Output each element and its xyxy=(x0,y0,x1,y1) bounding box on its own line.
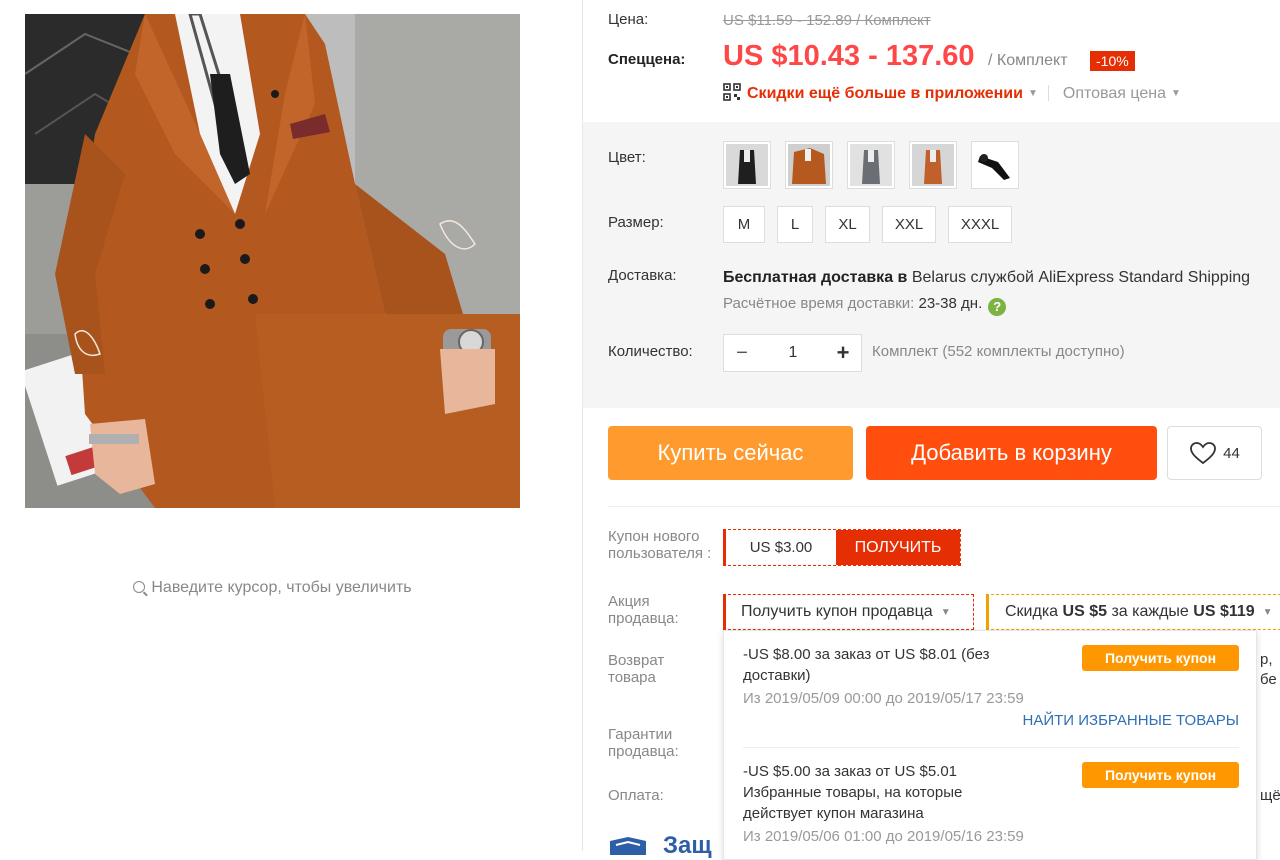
chevron-down-icon: ▼ xyxy=(1262,606,1273,618)
new-user-coupon-label: Купон нового пользователя : xyxy=(608,528,712,562)
quantity-increase-button[interactable]: + xyxy=(825,335,861,371)
color-swatch-gray[interactable] xyxy=(847,141,895,189)
coupon-item: -US $8.00 за заказ от US $8.01 (без дост… xyxy=(743,644,1239,729)
swatch-image xyxy=(788,144,830,186)
seller-promo-label: Акция продавца: xyxy=(608,593,679,627)
shipping-destination: Belarus службой AliExpress Standard Ship… xyxy=(911,269,1251,286)
size-option-xxxl[interactable]: XXXL xyxy=(948,206,1012,243)
free-shipping-text: Бесплатная доставка в xyxy=(723,269,908,286)
find-featured-items-link[interactable]: НАЙТИ ИЗБРАННЫЕ ТОВАРЫ xyxy=(1023,712,1240,729)
get-seller-coupon-button[interactable]: Получить купон xyxy=(1082,645,1239,671)
coupon-amount: US $3.00 xyxy=(749,539,813,556)
delivery-days: 23-38 дн. xyxy=(918,295,983,312)
divider xyxy=(743,747,1239,748)
coupon-dates: Из 2019/05/06 01:00 до 2019/05/16 23:59 xyxy=(743,828,1024,845)
qr-code-icon xyxy=(723,83,741,101)
seller-coupon-popup: -US $8.00 за заказ от US $8.01 (без дост… xyxy=(723,630,1257,860)
color-swatch-orange-standing[interactable] xyxy=(909,141,957,189)
new-user-coupon: US $3.00 ПОЛУЧИТЬ xyxy=(723,529,961,566)
price-unit: / Комплект xyxy=(988,52,1068,69)
quantity-available: Комплект (552 комплекты доступно) xyxy=(872,343,1125,360)
coupon-title: -US $8.00 за заказ от US $8.01 (без дост… xyxy=(743,646,990,684)
seller-coupon-text: Получить купон продавца xyxy=(741,603,933,620)
delivery-estimate: Расчётное время доставки: 23-38 дн.? xyxy=(723,295,1007,316)
seller-discount-dropdown[interactable]: Скидка US $5 за каждые US $119 ▼ xyxy=(986,594,1280,630)
app-discount-row: Скидки ещё больше в приложении ▼ Оптовая ц… xyxy=(723,83,1187,103)
coupon-item: -US $5.00 за заказ от US $5.01 Избранные… xyxy=(743,761,1239,845)
delivery-eta-label: Расчётное время доставки: xyxy=(723,295,915,312)
size-option-l[interactable]: L xyxy=(777,206,813,243)
chevron-down-icon[interactable]: ▼ xyxy=(1028,88,1038,99)
price-label: Цена: xyxy=(608,11,649,28)
color-swatch-tie[interactable] xyxy=(971,141,1019,189)
discount-badge: -10% xyxy=(1090,51,1135,71)
zoom-hint-text: Наведите курсор, чтобы увеличить xyxy=(151,579,412,596)
guarantees-label: Гарантии продавца: xyxy=(608,726,679,760)
swatch-image xyxy=(850,144,892,186)
discount-amount: US $5 xyxy=(1062,603,1107,620)
wishlist-button[interactable]: 44 xyxy=(1167,426,1262,480)
chevron-down-icon[interactable]: ▼ xyxy=(1171,88,1181,99)
quantity-decrease-button[interactable]: − xyxy=(724,335,760,371)
shield-icon xyxy=(610,837,646,855)
section-divider xyxy=(608,506,1280,507)
add-to-cart-button[interactable]: Добавить в корзину xyxy=(866,426,1157,480)
color-swatch-black[interactable] xyxy=(723,141,771,189)
size-option-m[interactable]: M xyxy=(723,206,765,243)
get-seller-coupon-button[interactable]: Получить купон xyxy=(1082,762,1239,788)
swatch-image xyxy=(974,144,1016,186)
discount-prefix: Скидка xyxy=(1005,603,1059,620)
buyer-protection-title: Защ xyxy=(663,832,712,859)
product-photo-illustration xyxy=(25,14,520,508)
seller-coupon-dropdown[interactable]: Получить купон продавца ▼ xyxy=(723,594,974,630)
payment-label: Оплата: xyxy=(608,787,664,804)
coupon-title: -US $5.00 за заказ от US $5.01 Избранные… xyxy=(743,763,963,822)
wholesale-price-link[interactable]: Оптовая цена xyxy=(1063,85,1166,102)
swatch-image xyxy=(726,144,768,186)
returns-text-fragment: р, xyxy=(1260,651,1273,668)
coupon-dates: Из 2019/05/09 00:00 до 2019/05/17 23:59 xyxy=(743,690,1024,707)
special-price: US $10.43 - 137.60 xyxy=(723,40,975,72)
product-main-image[interactable] xyxy=(25,14,520,508)
size-option-xl[interactable]: XL xyxy=(825,206,870,243)
quantity-input[interactable]: 1 xyxy=(760,335,826,371)
returns-label: Возврат товара xyxy=(608,652,665,686)
color-swatch-orange[interactable] xyxy=(785,141,833,189)
size-label: Размер: xyxy=(608,214,664,231)
swatch-image xyxy=(912,144,954,186)
quantity-label: Количество: xyxy=(608,343,693,360)
zoom-hint: Наведите курсор, чтобы увеличить xyxy=(0,579,545,597)
color-label: Цвет: xyxy=(608,149,646,166)
chevron-down-icon: ▼ xyxy=(940,606,951,618)
shipping-info[interactable]: Бесплатная доставка в Belarus службой Al… xyxy=(723,269,1250,287)
discount-middle: за каждые xyxy=(1111,603,1189,620)
quantity-stepper: − 1 + xyxy=(723,334,862,372)
discount-threshold: US $119 xyxy=(1193,603,1255,620)
size-option-xxl[interactable]: XXL xyxy=(882,206,936,243)
original-price: US $11.59 - 152.89 / Комплект xyxy=(723,12,931,29)
separator xyxy=(1047,85,1049,101)
buy-now-button[interactable]: Купить сейчас xyxy=(608,426,853,480)
payment-text-fragment: щё xyxy=(1260,787,1280,804)
help-icon[interactable]: ? xyxy=(988,298,1007,316)
app-discount-link[interactable]: Скидки ещё больше в приложении xyxy=(747,85,1023,102)
wishlist-count: 44 xyxy=(1223,444,1240,462)
returns-text-fragment: бе и xyxy=(1260,671,1280,688)
search-icon xyxy=(133,581,146,593)
shipping-label: Доставка: xyxy=(608,267,677,284)
heart-icon xyxy=(1190,442,1217,465)
special-price-label: Спеццена: xyxy=(608,51,686,68)
get-coupon-button[interactable]: ПОЛУЧИТЬ xyxy=(836,530,960,565)
